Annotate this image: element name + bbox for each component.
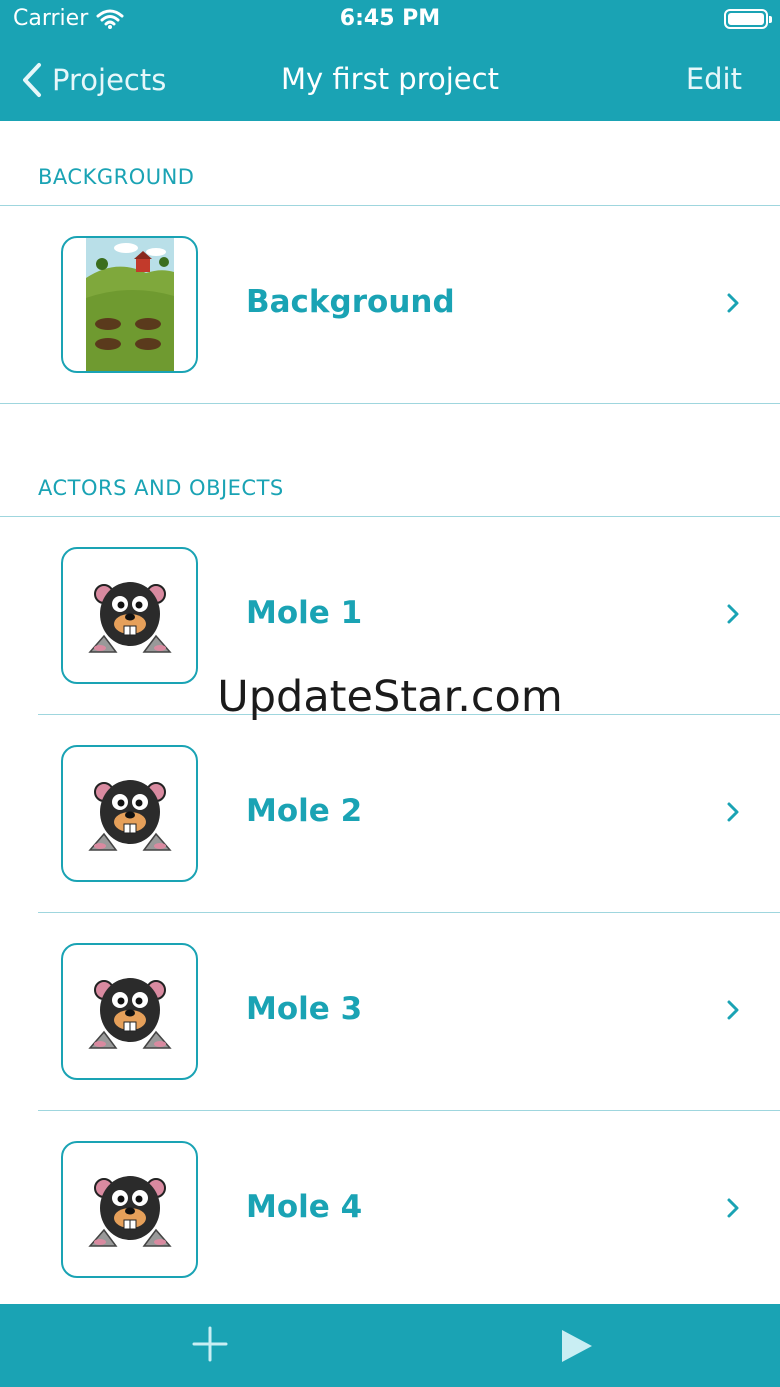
chevron-right-icon (727, 293, 739, 313)
mole-thumbnail (61, 943, 198, 1080)
background-row-label: Background (246, 284, 455, 320)
chevron-right-icon (727, 802, 739, 822)
divider (0, 403, 780, 404)
actor-row-mole-4[interactable]: Mole 4 (0, 1111, 780, 1308)
actor-row-label: Mole 4 (246, 1189, 363, 1225)
background-row[interactable]: Background (0, 206, 780, 403)
play-icon[interactable] (556, 1326, 596, 1366)
bottom-toolbar (0, 1304, 780, 1387)
page-title: My first project (281, 62, 499, 96)
status-time: 6:45 PM (339, 6, 441, 31)
mole-icon (87, 1175, 172, 1247)
actor-row-mole-3[interactable]: Mole 3 (0, 913, 780, 1110)
mole-thumbnail (61, 547, 198, 684)
section-header-background: BACKGROUND (38, 165, 195, 189)
background-scene-image (85, 238, 174, 371)
add-icon[interactable] (190, 1324, 230, 1364)
chevron-right-icon (727, 604, 739, 624)
edit-button[interactable]: Edit (686, 62, 742, 96)
actor-row-label: Mole 2 (246, 793, 363, 829)
actor-row-label: Mole 3 (246, 991, 363, 1027)
chevron-right-icon (727, 1000, 739, 1020)
status-bar: Carrier 6:45 PM (0, 0, 780, 40)
background-thumbnail (61, 236, 198, 373)
actor-row-mole-2[interactable]: Mole 2 (0, 715, 780, 912)
mole-icon (87, 779, 172, 851)
mole-icon (87, 581, 172, 653)
top-bar: Carrier 6:45 PM Projects My first projec… (0, 0, 780, 121)
actor-row-label: Mole 1 (246, 595, 363, 631)
battery-icon (724, 9, 772, 29)
chevron-right-icon (727, 1198, 739, 1218)
mole-thumbnail (61, 1141, 198, 1278)
mole-icon (87, 977, 172, 1049)
mole-thumbnail (61, 745, 198, 882)
watermark: UpdateStar.com (217, 672, 563, 722)
section-header-actors: ACTORS AND OBJECTS (38, 476, 284, 500)
